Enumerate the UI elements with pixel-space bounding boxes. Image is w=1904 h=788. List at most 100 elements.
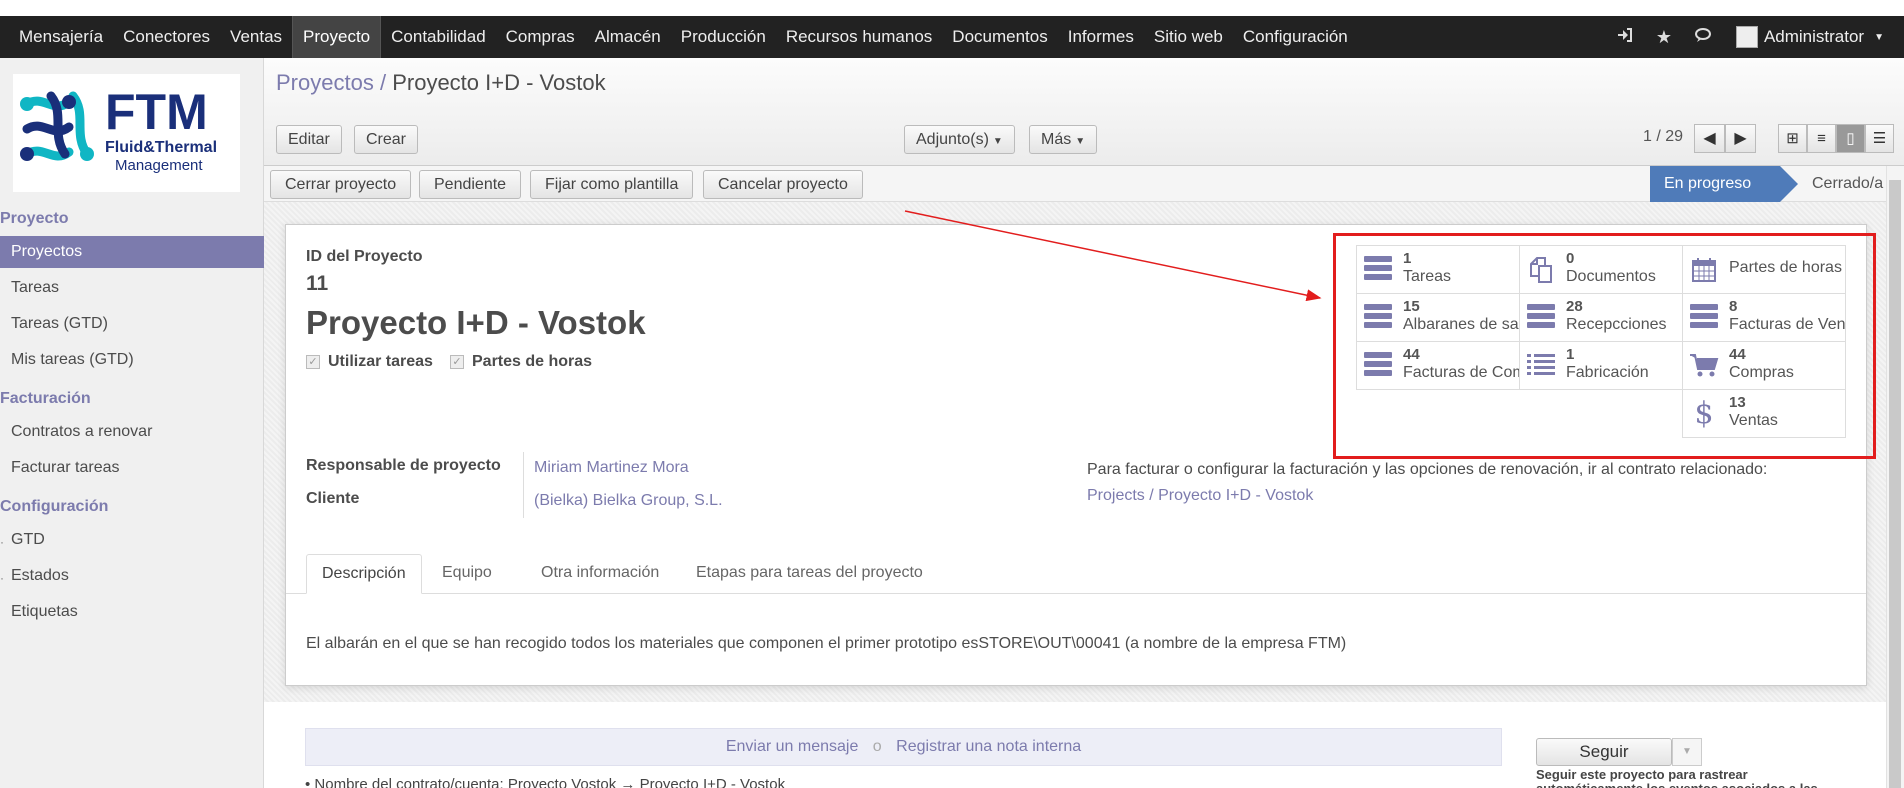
sidebar-section-configuracion: Configuración: [0, 498, 109, 515]
attachments-dropdown[interactable]: Adjunto(s) ▼: [904, 125, 1015, 154]
message-text: • Nombre del contrato/cuenta: Proyecto V…: [305, 776, 786, 788]
project-name: Proyecto I+D - Vostok: [306, 304, 646, 341]
menu-conectores[interactable]: Conectores: [113, 16, 220, 58]
smart-num: 44: [1729, 346, 1746, 363]
star-icon[interactable]: ★: [1656, 27, 1672, 48]
smart-button-facturas-de-compra[interactable]: 44 Facturas de Compra: [1356, 341, 1520, 390]
caret-down-icon: ▼: [992, 136, 1003, 147]
sidebar-item-tareas[interactable]: Tareas: [0, 272, 264, 304]
follow-dropdown-button[interactable]: ▼: [1672, 738, 1702, 766]
smart-button-compras[interactable]: 44 Compras: [1682, 341, 1846, 390]
tab-descripcion[interactable]: Descripción: [306, 554, 422, 594]
create-button[interactable]: Crear: [354, 125, 419, 154]
stage-closed[interactable]: Cerrado/a: [1798, 166, 1883, 202]
menu-recursos-humanos[interactable]: Recursos humanos: [776, 16, 942, 58]
sidebar: FTM Fluid&Thermal Management Proyecto Pr…: [0, 58, 264, 788]
chat-icon[interactable]: [1694, 26, 1714, 49]
smart-button-partes-de-horas[interactable]: Partes de horas: [1682, 245, 1846, 294]
sidebar-section-proyecto: Proyecto: [0, 210, 69, 227]
tab-etapas[interactable]: Etapas para tareas del proyecto: [681, 554, 938, 594]
sign-in-icon[interactable]: [1616, 26, 1634, 49]
log-note-link[interactable]: Registrar una nota interna: [896, 738, 1081, 755]
gantt-view-button[interactable]: ☰: [1865, 124, 1894, 153]
documents-icon: [1526, 256, 1556, 284]
logo-line2: Management: [115, 157, 203, 174]
manager-link[interactable]: Miriam Martinez Mora: [534, 459, 689, 477]
smart-button-documentos[interactable]: 0 Documentos: [1519, 245, 1683, 294]
menu-produccion[interactable]: Producción: [671, 16, 776, 58]
menu-almacen[interactable]: Almacén: [585, 16, 671, 58]
breadcrumb-link-proyectos[interactable]: Proyectos: [276, 70, 374, 95]
timesheets-field: ✓ Partes de horas: [450, 353, 592, 371]
calendar-icon: [1689, 256, 1719, 284]
control-panel: Proyectos / Proyecto I+D - Vostok Editar…: [264, 58, 1904, 166]
timesheets-checkbox[interactable]: ✓: [450, 355, 464, 369]
gantt-icon: ☰: [1872, 130, 1887, 147]
stage-in-progress[interactable]: En progreso: [1650, 166, 1798, 202]
avatar: [1735, 26, 1758, 48]
form-view-button[interactable]: ▯: [1836, 124, 1865, 153]
more-dropdown[interactable]: Más ▼: [1029, 125, 1098, 154]
menu-configuracion[interactable]: Configuración: [1233, 16, 1358, 58]
tasks-icon: [1363, 304, 1393, 332]
smart-button-fabricacion[interactable]: 1 Fabricación: [1519, 341, 1683, 390]
sidebar-item-gtd[interactable]: GTD: [0, 524, 264, 556]
breadcrumb: Proyectos / Proyecto I+D - Vostok: [276, 70, 606, 96]
invoice-note: Para facturar o configurar la facturació…: [1087, 461, 1768, 478]
sidebar-item-proyectos[interactable]: Proyectos: [0, 236, 264, 268]
timesheets-label: Partes de horas: [472, 353, 593, 370]
smart-button-recepcciones[interactable]: 28 Recepcciones: [1519, 293, 1683, 342]
scrollbar-thumb[interactable]: [1889, 180, 1901, 788]
menu-informes[interactable]: Informes: [1058, 16, 1144, 58]
use-tasks-checkbox[interactable]: ✓: [306, 355, 320, 369]
tasks-icon: [1526, 304, 1556, 332]
smart-num: 28: [1566, 298, 1583, 315]
smart-button-tareas[interactable]: 1 Tareas: [1356, 245, 1520, 294]
description-main: El albarán en el que se han recogido tod…: [306, 635, 979, 652]
sidebar-item-estados[interactable]: Estados: [0, 560, 264, 592]
dollar-icon: $: [1694, 396, 1714, 431]
smart-num: 8: [1729, 298, 1738, 315]
pager-next-button[interactable]: ▶: [1725, 124, 1756, 153]
chevron-down-icon: ▼: [1682, 746, 1692, 757]
sidebar-item-etiquetas[interactable]: Etiquetas: [0, 596, 264, 628]
follow-button[interactable]: Seguir: [1536, 738, 1672, 766]
customer-link[interactable]: (Bielka) Bielka Group, S.L.: [534, 492, 723, 510]
menu-mensajeria[interactable]: Mensajería: [0, 16, 113, 58]
menu-proyecto[interactable]: Proyecto: [292, 16, 382, 58]
tab-equipo[interactable]: Equipo: [427, 554, 507, 594]
smart-button-albaranes-de-salida[interactable]: 15 Albaranes de salida: [1356, 293, 1520, 342]
edit-button[interactable]: Editar: [276, 125, 342, 154]
menu-documentos[interactable]: Documentos: [942, 16, 1057, 58]
smart-label: Tareas: [1403, 268, 1452, 285]
send-message-link[interactable]: Enviar un mensaje: [726, 738, 859, 755]
smart-num: 13: [1729, 394, 1746, 411]
tab-otra-informacion[interactable]: Otra información: [526, 554, 674, 594]
cancel-project-button[interactable]: Cancelar proyecto: [703, 170, 863, 199]
pending-button[interactable]: Pendiente: [419, 170, 522, 199]
contract-link[interactable]: Projects / Proyecto I+D - Vostok: [1087, 487, 1313, 505]
project-id-label: ID del Proyecto: [306, 248, 423, 265]
smart-num: 1: [1566, 346, 1575, 363]
close-project-button[interactable]: Cerrar proyecto: [270, 170, 412, 199]
smart-label: Albaranes de salida: [1403, 316, 1519, 333]
menu-contabilidad[interactable]: Contabilidad: [381, 16, 496, 58]
list-view-button[interactable]: ≡: [1807, 124, 1836, 153]
sidebar-item-mis-tareas-gtd[interactable]: Mis tareas (GTD): [0, 344, 264, 376]
sidebar-item-tareas-gtd[interactable]: Tareas (GTD): [0, 308, 264, 340]
sidebar-item-facturar-tareas[interactable]: Facturar tareas: [0, 452, 264, 484]
browser-strip: [0, 0, 1904, 16]
smart-button-ventas[interactable]: $ 13 Ventas: [1682, 389, 1846, 438]
user-menu[interactable]: Administrator ▼: [1735, 26, 1884, 48]
pager-previous-button[interactable]: ◀: [1694, 124, 1725, 153]
smart-button-facturas-de-venta[interactable]: 8 Facturas de Venta: [1682, 293, 1846, 342]
set-template-button[interactable]: Fijar como plantilla: [530, 170, 694, 199]
chevron-down-icon: ▼: [1874, 31, 1884, 43]
menu-compras[interactable]: Compras: [496, 16, 585, 58]
kanban-view-button[interactable]: ⊞: [1778, 124, 1807, 153]
menu-ventas[interactable]: Ventas: [220, 16, 292, 58]
menu-sitio-web[interactable]: Sitio web: [1144, 16, 1233, 58]
sidebar-item-contratos-a-renovar[interactable]: Contratos a renovar: [0, 416, 264, 448]
smart-label: Documentos: [1566, 268, 1656, 285]
smart-num: 44: [1403, 346, 1420, 363]
